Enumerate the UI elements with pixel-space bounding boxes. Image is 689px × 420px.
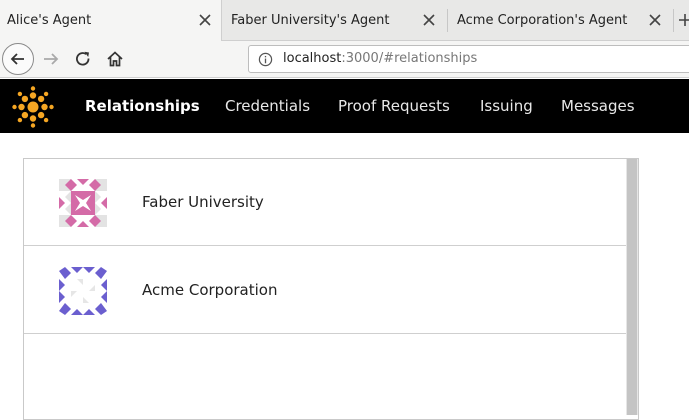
nav-messages[interactable]: Messages [561, 79, 635, 133]
identicon-avatar [59, 267, 107, 315]
close-tab-icon[interactable] [647, 12, 663, 28]
url-host: localhost [283, 51, 342, 66]
browser-nav-bar: localhost:3000/#relationships [0, 41, 689, 78]
scrollbar-thumb[interactable] [627, 159, 637, 415]
nav-credentials[interactable]: Credentials [225, 79, 310, 133]
forward-arrow-icon[interactable] [41, 49, 61, 69]
back-button[interactable] [2, 43, 34, 75]
browser-tab-strip: Alice's Agent Faber University's Agent A… [0, 0, 689, 41]
browser-tab-faber[interactable]: Faber University's Agent [224, 0, 446, 41]
browser-tab-alice[interactable]: Alice's Agent [0, 0, 222, 41]
url-path: :3000/#relationships [341, 51, 478, 66]
reload-icon[interactable] [73, 49, 93, 69]
tab-title: Acme Corporation's Agent [457, 13, 628, 28]
identicon-avatar [59, 179, 107, 227]
agent-logo[interactable] [12, 86, 54, 128]
tab-title: Faber University's Agent [231, 13, 390, 28]
close-tab-icon[interactable] [197, 12, 213, 28]
nav-proof-requests[interactable]: Proof Requests [338, 79, 450, 133]
url-text: localhost:3000/#relationships [283, 46, 477, 72]
back-arrow-icon [10, 53, 24, 65]
relationship-name: Acme Corporation [142, 281, 278, 299]
close-tab-icon[interactable] [421, 12, 437, 28]
nav-relationships[interactable]: Relationships [85, 79, 200, 133]
site-info-icon[interactable] [258, 52, 273, 67]
tab-separator [447, 9, 448, 32]
relationship-name: Faber University [142, 193, 264, 211]
home-icon[interactable] [105, 49, 125, 69]
browser-tab-acme[interactable]: Acme Corporation's Agent [450, 0, 672, 41]
address-bar[interactable]: localhost:3000/#relationships [248, 45, 689, 73]
tab-separator [673, 9, 674, 32]
relationship-row-acme[interactable]: Acme Corporation [24, 247, 626, 334]
tab-title: Alice's Agent [7, 13, 92, 28]
new-tab-icon[interactable] [677, 12, 689, 28]
nav-issuing[interactable]: Issuing [480, 79, 533, 133]
relationship-row-faber[interactable]: Faber University [24, 159, 626, 246]
